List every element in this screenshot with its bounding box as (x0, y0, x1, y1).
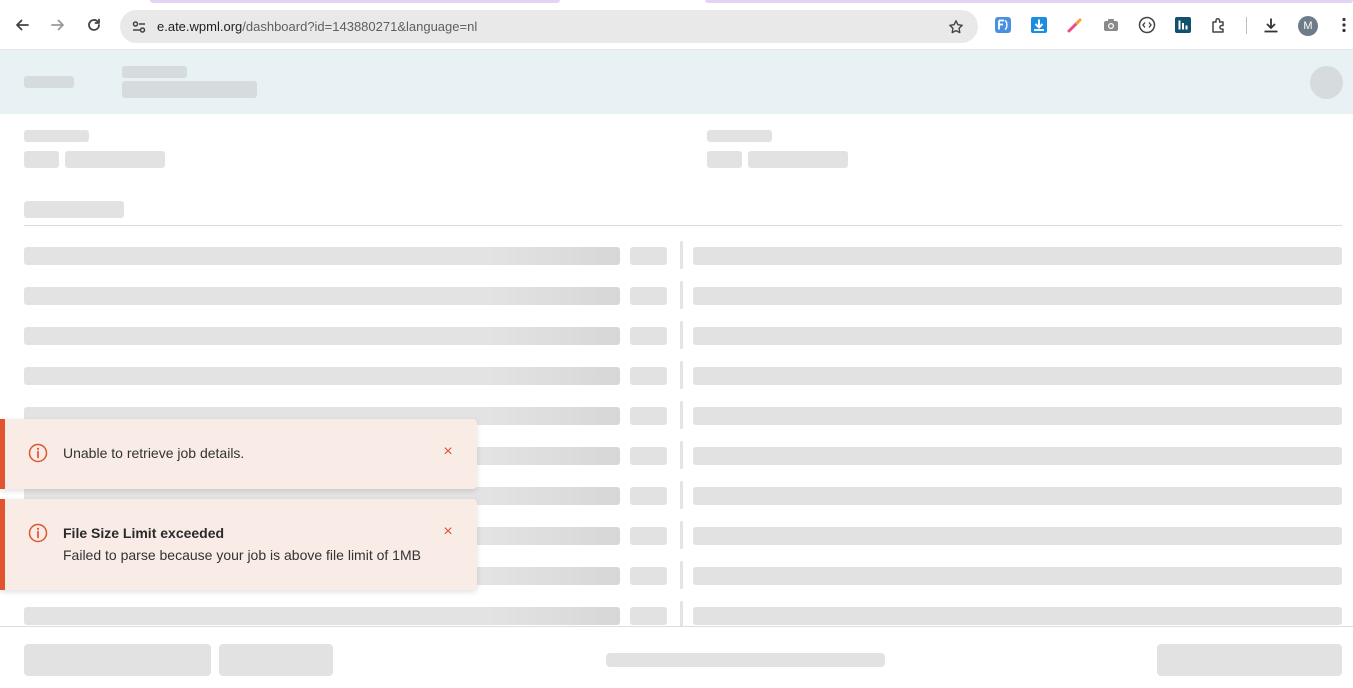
tab-strip-edge (705, 0, 1353, 3)
segment-status-skeleton (630, 287, 667, 305)
source-flag-skeleton (24, 151, 59, 168)
close-icon[interactable]: × (441, 524, 455, 540)
header-subtitle-skeleton (122, 81, 257, 98)
row-divider (680, 521, 683, 549)
target-segment-skeleton (693, 327, 1342, 345)
toast-message: Failed to parse because your job is abov… (63, 547, 421, 563)
source-segment-skeleton (24, 607, 620, 625)
segment-status-skeleton (630, 327, 667, 345)
target-segment-skeleton (693, 527, 1342, 545)
target-segment-skeleton (693, 607, 1342, 625)
target-label-skeleton (707, 130, 772, 142)
header-title-skeleton (122, 66, 187, 78)
forward-arrow-icon[interactable] (45, 12, 71, 38)
app-header (0, 50, 1353, 114)
extension-f-icon[interactable] (993, 15, 1013, 35)
error-toast: File Size Limit exceeded Failed to parse… (0, 499, 477, 590)
info-icon (28, 523, 48, 543)
target-segment-skeleton (693, 567, 1342, 585)
row-divider (680, 241, 683, 269)
target-language-skeleton (748, 151, 848, 168)
segment-status-skeleton (630, 447, 667, 465)
footer-complete-button-skeleton (1157, 644, 1342, 676)
row-divider (680, 361, 683, 389)
toast-message: Unable to retrieve job details. (63, 445, 245, 461)
source-segment-skeleton (24, 327, 620, 345)
source-segment-skeleton (24, 287, 620, 305)
code-icon[interactable] (1137, 15, 1157, 35)
footer-button-skeleton (24, 644, 211, 676)
url-text[interactable]: e.ate.wpml.org/dashboard?id=143880271&la… (157, 19, 477, 34)
puzzle-icon[interactable] (1209, 15, 1229, 35)
target-flag-skeleton (707, 151, 742, 168)
avatar[interactable]: M (1298, 16, 1318, 36)
row-divider (680, 561, 683, 589)
toolbar-separator (1246, 17, 1247, 34)
segment-status-skeleton (630, 527, 667, 545)
browser-toolbar: e.ate.wpml.org/dashboard?id=143880271&la… (0, 0, 1353, 50)
source-language-skeleton (65, 151, 165, 168)
header-logo-skeleton (24, 76, 74, 88)
segment-status-skeleton (630, 607, 667, 625)
toast-title: File Size Limit exceeded (63, 525, 225, 541)
footer-button-skeleton (219, 644, 333, 676)
row-divider (680, 321, 683, 349)
kebab-menu-icon[interactable] (1334, 15, 1353, 35)
info-icon (28, 443, 48, 463)
source-label-skeleton (24, 130, 89, 142)
star-icon[interactable] (946, 17, 966, 37)
target-segment-skeleton (693, 487, 1342, 505)
app-window: e.ate.wpml.org/dashboard?id=143880271&la… (0, 0, 1353, 688)
camera-icon[interactable] (1101, 15, 1121, 35)
color-picker-icon[interactable] (1065, 15, 1085, 35)
downloads-icon[interactable] (1261, 15, 1281, 35)
target-segment-skeleton (693, 367, 1342, 385)
close-icon[interactable]: × (441, 444, 455, 460)
url-host: e.ate.wpml.org (157, 19, 243, 34)
target-segment-skeleton (693, 447, 1342, 465)
url-path: /dashboard?id=143880271&language=nl (242, 19, 478, 34)
segment-status-skeleton (630, 367, 667, 385)
error-toast: Unable to retrieve job details. × (0, 419, 477, 489)
address-bar[interactable]: e.ate.wpml.org/dashboard?id=143880271&la… (120, 10, 978, 43)
header-avatar-skeleton (1310, 66, 1343, 99)
reload-icon[interactable] (81, 12, 107, 38)
segment-status-skeleton (630, 407, 667, 425)
row-divider (680, 481, 683, 509)
back-arrow-icon[interactable] (9, 12, 35, 38)
segment-status-skeleton (630, 567, 667, 585)
section-divider (24, 225, 1342, 226)
source-segment-skeleton (24, 367, 620, 385)
site-info-icon[interactable] (128, 16, 150, 38)
row-divider (680, 401, 683, 429)
section-title-skeleton (24, 201, 124, 218)
segment-status-skeleton (630, 247, 667, 265)
target-segment-skeleton (693, 407, 1342, 425)
target-segment-skeleton (693, 287, 1342, 305)
segment-status-skeleton (630, 487, 667, 505)
footer-bar (0, 626, 1353, 688)
tab-strip-edge (150, 0, 560, 3)
chart-extension-icon[interactable] (1173, 15, 1193, 35)
row-divider (680, 601, 683, 629)
download-extension-icon[interactable] (1029, 15, 1049, 35)
target-segment-skeleton (693, 247, 1342, 265)
footer-progress-skeleton (606, 653, 885, 667)
source-segment-skeleton (24, 247, 620, 265)
row-divider (680, 281, 683, 309)
row-divider (680, 441, 683, 469)
